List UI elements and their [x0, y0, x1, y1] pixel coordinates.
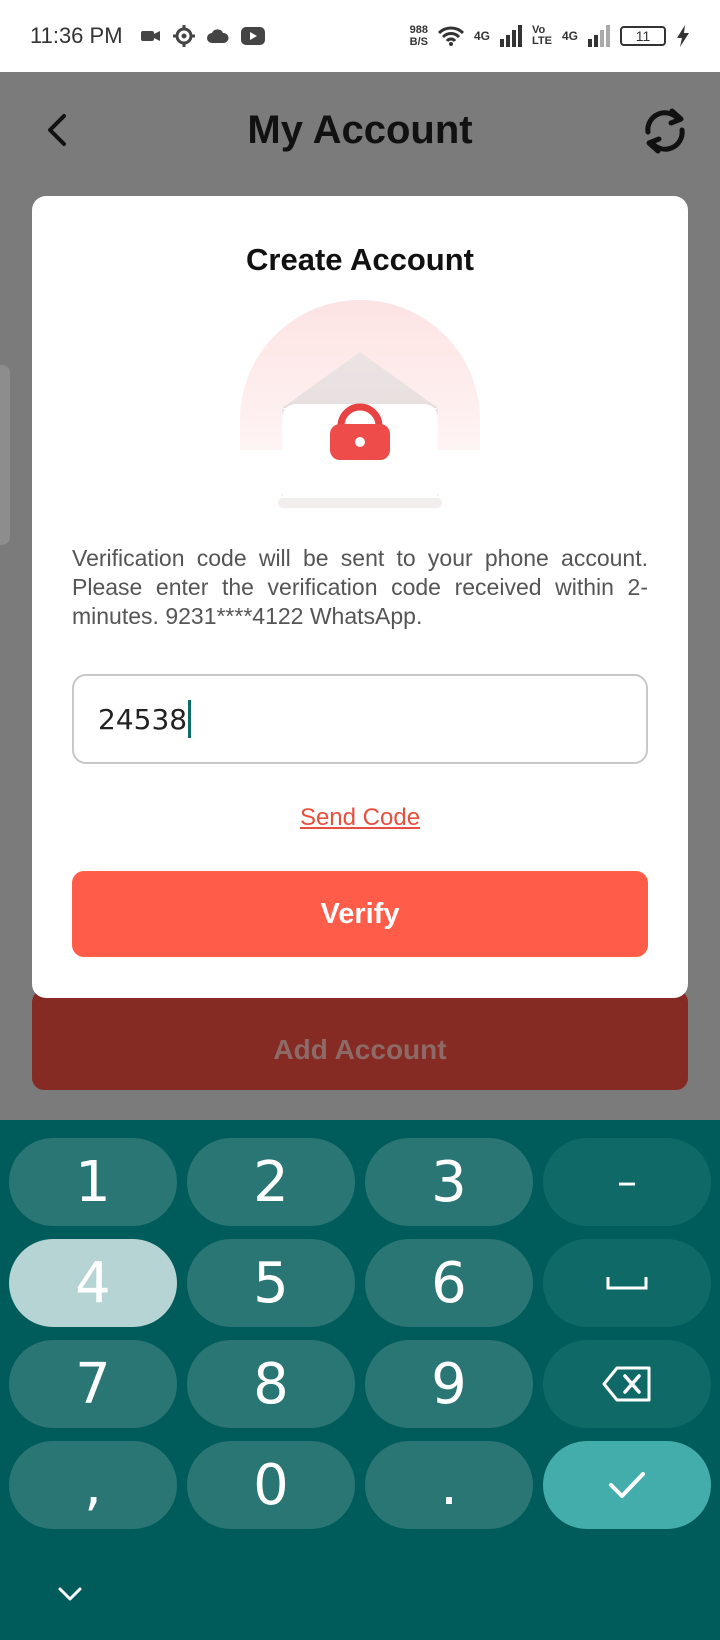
key-backspace[interactable] [543, 1340, 711, 1428]
key-period[interactable]: . [365, 1441, 533, 1529]
key-4[interactable]: 4 [9, 1239, 177, 1327]
key-1[interactable]: 1 [9, 1138, 177, 1226]
net-speed: 988 B/S [410, 24, 428, 48]
key-space[interactable] [543, 1239, 711, 1327]
code-value: 24538 [98, 702, 188, 736]
network-type-2: 4G [561, 29, 578, 43]
key-6[interactable]: 6 [365, 1239, 533, 1327]
key-comma[interactable]: , [9, 1441, 177, 1529]
status-time: 11:36 PM [30, 23, 123, 48]
numeric-keyboard: 1 2 3 – 4 5 6 7 8 9 , 0 . [0, 1120, 720, 1640]
app-bar: My Account [0, 72, 720, 198]
volte-label: Vo LTE [532, 24, 552, 47]
key-7[interactable]: 7 [9, 1340, 177, 1428]
refresh-icon [645, 108, 685, 154]
net-speed-value: 988 [409, 24, 428, 36]
chevron-down-icon [58, 1587, 82, 1601]
refresh-button[interactable] [640, 106, 690, 156]
keyboard-collapse-button[interactable] [52, 1576, 88, 1612]
battery-indicator: 11 [620, 26, 666, 46]
signal-icon-2 [588, 25, 610, 47]
key-8[interactable]: 8 [187, 1340, 355, 1428]
battery-level: 11 [635, 28, 651, 44]
net-speed-unit: B/S [409, 36, 428, 48]
youtube-icon [240, 27, 265, 45]
side-handle [0, 365, 10, 545]
add-account-label: Add Account [273, 1034, 447, 1065]
create-account-dialog: Create Account Verification code will be… [32, 196, 688, 998]
video-icon [140, 31, 160, 41]
space-icon [606, 1277, 648, 1290]
checkmark-icon [609, 1472, 645, 1498]
key-3[interactable]: 3 [365, 1138, 533, 1226]
key-0[interactable]: 0 [187, 1441, 355, 1529]
backspace-icon [602, 1366, 651, 1402]
key-confirm[interactable] [543, 1441, 711, 1529]
status-bar: 11:36 PM 988 B/S 4G Vo LTE 4G 11 [0, 0, 720, 72]
envelope-lock-icon [240, 300, 480, 508]
verification-description: Verification code will be sent to your p… [72, 545, 648, 629]
verification-code-input[interactable]: 24538 [72, 674, 648, 764]
signal-icon [500, 25, 523, 47]
add-account-button[interactable]: Add Account [32, 990, 688, 1090]
charging-icon [677, 25, 689, 47]
cloud-icon [206, 29, 229, 43]
page-title: My Account [247, 108, 473, 152]
text-cursor [188, 700, 192, 738]
send-code-link[interactable]: Send Code [32, 804, 688, 832]
key-5[interactable]: 5 [187, 1239, 355, 1327]
network-type-1: 4G [474, 29, 491, 43]
key-2[interactable]: 2 [187, 1138, 355, 1226]
verify-button[interactable]: Verify [72, 871, 648, 957]
settings-icon [172, 25, 195, 47]
wifi-icon [438, 26, 464, 46]
dialog-title: Create Account [246, 242, 474, 277]
key-9[interactable]: 9 [365, 1340, 533, 1428]
notification-icons [140, 25, 265, 47]
key-minus[interactable]: – [543, 1138, 711, 1226]
